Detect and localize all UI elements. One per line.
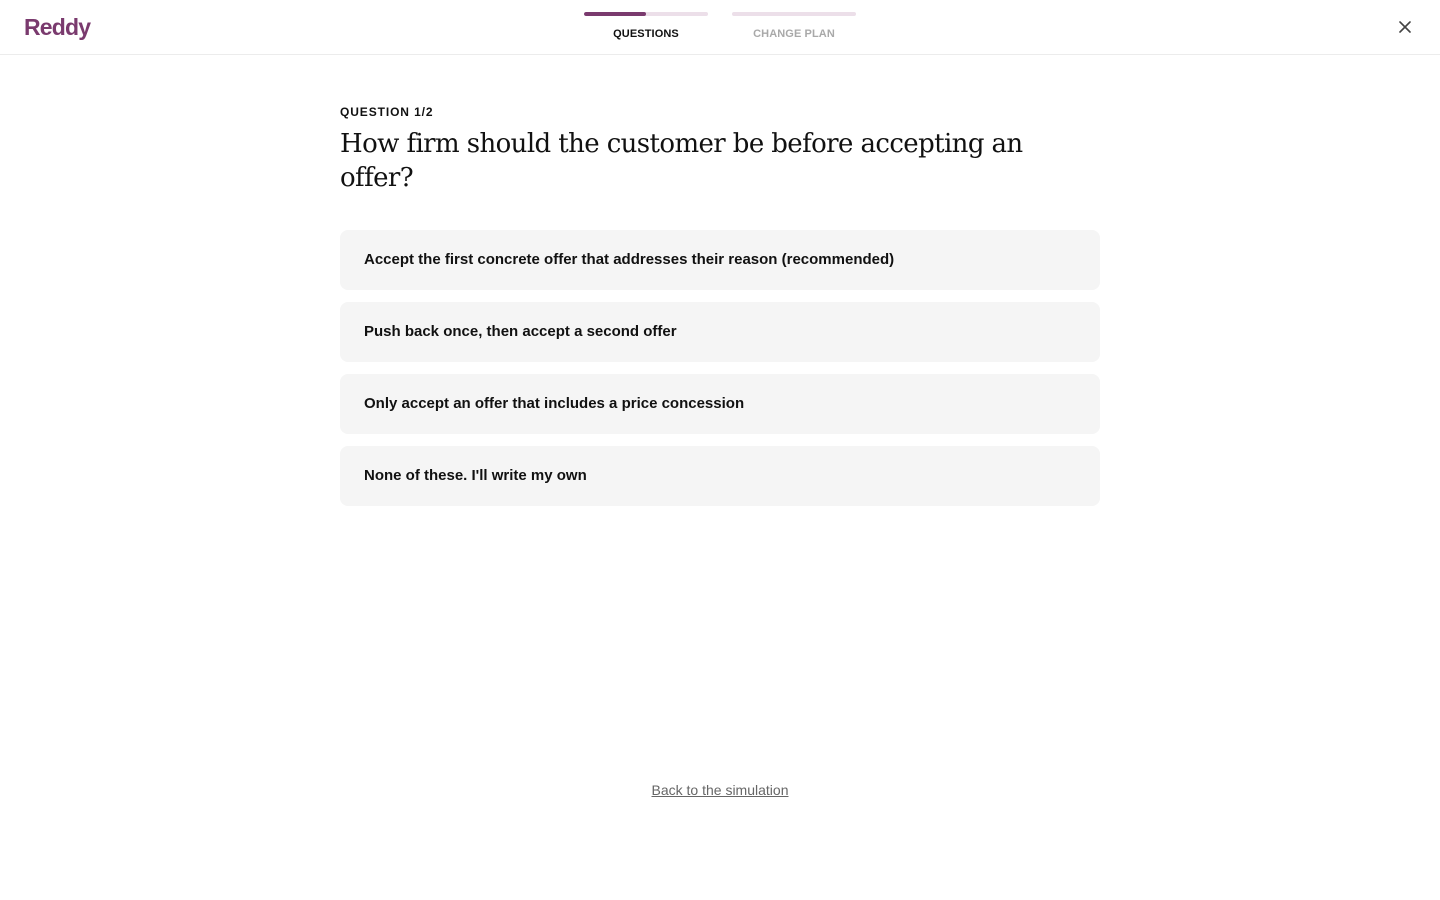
close-button[interactable]: [1394, 16, 1416, 38]
answer-option-3[interactable]: Only accept an offer that includes a pri…: [340, 374, 1100, 434]
step-questions-progress-fill: [584, 12, 646, 16]
answer-option-label: Accept the first concrete offer that add…: [364, 251, 895, 268]
back-link-container: Back to the simulation: [0, 781, 1440, 799]
step-change-plan-progress-bar: [732, 12, 856, 16]
question-counter: QUESTION 1/2: [340, 105, 434, 119]
answer-option-2[interactable]: Push back once, then accept a second off…: [340, 302, 1100, 362]
answer-option-label: None of these. I'll write my own: [364, 467, 587, 484]
close-icon: [1399, 21, 1411, 33]
back-to-simulation-link[interactable]: Back to the simulation: [652, 782, 789, 798]
question-panel: QUESTION 1/2 How firm should the custome…: [340, 104, 1100, 506]
answer-options: Accept the first concrete offer that add…: [340, 230, 1100, 506]
answer-option-label: Only accept an offer that includes a pri…: [364, 395, 745, 412]
step-change-plan-label: CHANGE PLAN: [753, 28, 835, 40]
step-questions-label: QUESTIONS: [613, 28, 679, 40]
step-questions: QUESTIONS: [584, 12, 708, 41]
answer-option-label: Push back once, then accept a second off…: [364, 323, 677, 340]
answer-option-4[interactable]: None of these. I'll write my own: [340, 446, 1100, 506]
reddy-logo: Reddy: [24, 14, 91, 40]
answer-option-1[interactable]: Accept the first concrete offer that add…: [340, 230, 1100, 290]
top-bar: Reddy QUESTIONS CHANGE PLAN: [0, 0, 1440, 55]
step-questions-progress-bar: [584, 12, 708, 16]
progress-stepper: QUESTIONS CHANGE PLAN: [584, 12, 856, 41]
question-title: How firm should the customer be before a…: [340, 129, 1023, 193]
step-change-plan: CHANGE PLAN: [732, 12, 856, 41]
